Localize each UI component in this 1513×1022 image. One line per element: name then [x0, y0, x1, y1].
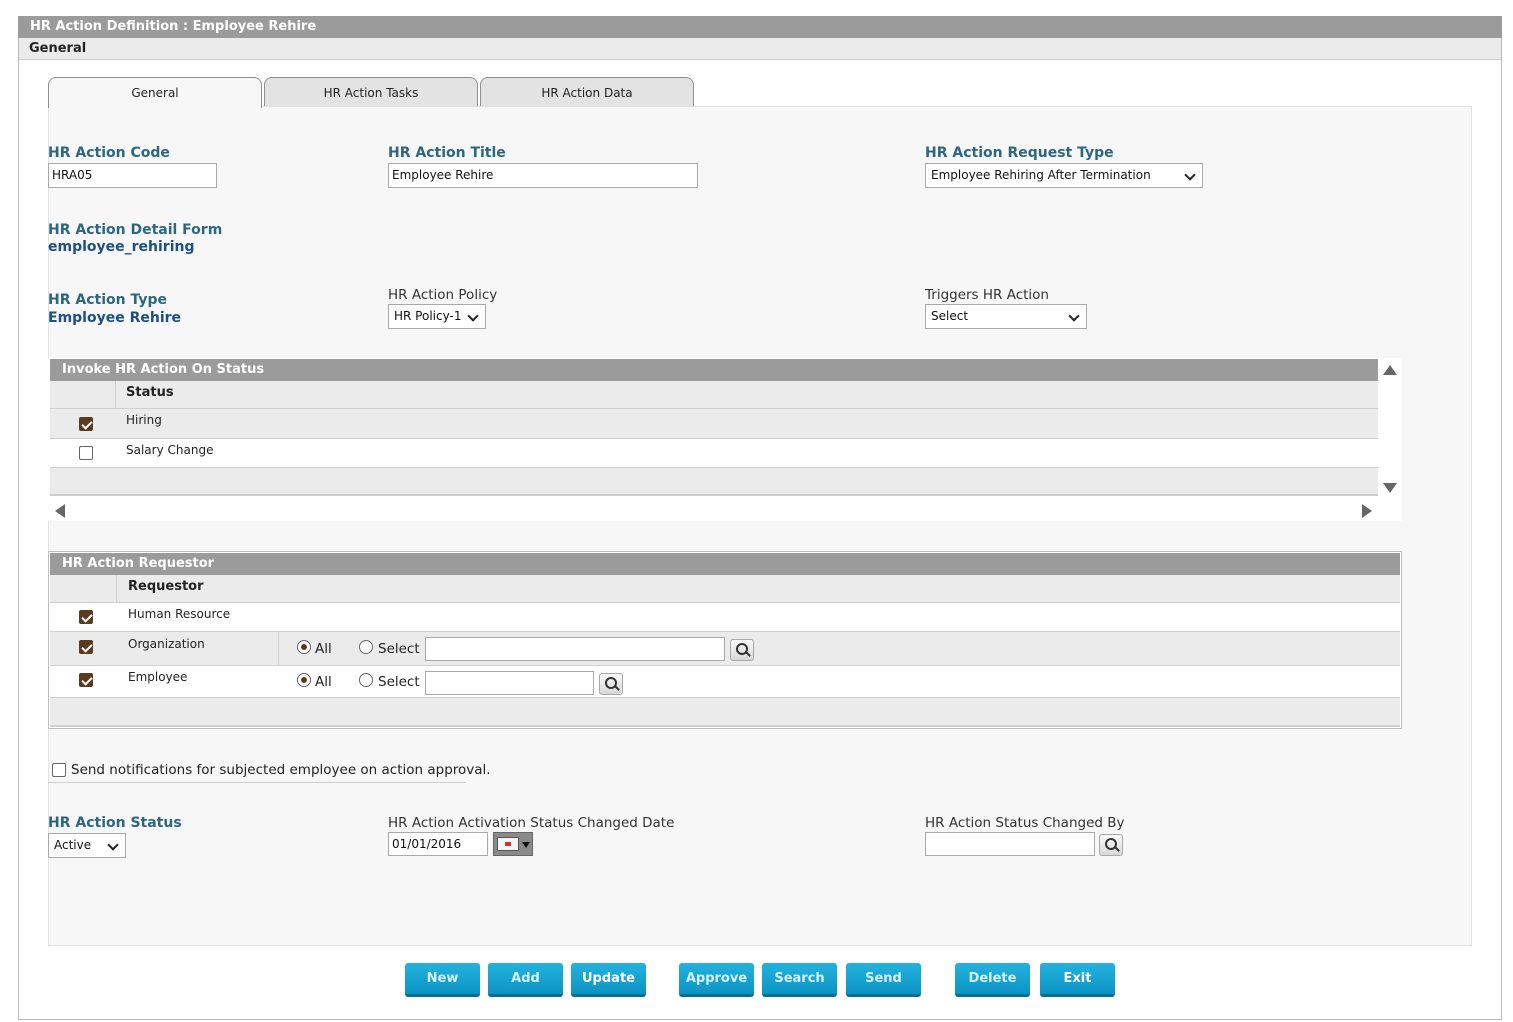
- dropdown-arrow-icon: [522, 842, 530, 848]
- status-grid-header: [50, 381, 1378, 409]
- employee-select-radio[interactable]: [359, 673, 373, 687]
- table-row: [50, 409, 1378, 439]
- notify-label: Send notifications for subjected employe…: [71, 762, 491, 778]
- status-label: HR Action Status: [48, 815, 182, 831]
- delete-button[interactable]: Delete: [955, 963, 1030, 997]
- status-column-header: Status: [126, 385, 174, 400]
- chevron-down-icon: [1184, 169, 1196, 181]
- requestor-grid-footer: [50, 698, 1400, 727]
- requestor-grid-title: HR Action Requestor: [50, 553, 1400, 575]
- status-grid-title: Invoke HR Action On Status: [50, 359, 1378, 381]
- detail-form-label: HR Action Detail Form: [48, 222, 223, 238]
- chevron-down-icon: [1068, 310, 1080, 322]
- request-type-value: Employee Rehiring After Termination: [931, 168, 1151, 182]
- type-value: Employee Rehire: [48, 310, 182, 326]
- employee-all-label: All: [315, 674, 332, 690]
- requestor-hr-checkbox[interactable]: [79, 610, 93, 624]
- status-hiring-checkbox[interactable]: [79, 417, 93, 431]
- employee-select-label: Select: [378, 674, 420, 690]
- detail-form-value: employee_rehiring: [48, 239, 195, 255]
- status-value: Active: [54, 838, 92, 852]
- table-row: [50, 632, 1400, 666]
- tab-hr-action-data[interactable]: HR Action Data: [480, 77, 694, 107]
- requestor-employee-label: Employee: [128, 670, 188, 684]
- add-button[interactable]: Add: [488, 963, 563, 997]
- organization-search-icon[interactable]: [730, 639, 754, 661]
- window-title: HR Action Definition : Employee Rehire: [18, 16, 1502, 38]
- calendar-day-marker: [505, 842, 511, 846]
- update-button[interactable]: Update: [571, 963, 646, 997]
- organization-input[interactable]: [425, 637, 725, 661]
- changed-by-search-icon[interactable]: [1099, 834, 1123, 856]
- tab-general[interactable]: General: [48, 77, 262, 108]
- status-salary-change-checkbox[interactable]: [79, 446, 93, 460]
- policy-value: HR Policy-1: [394, 309, 462, 323]
- organization-all-radio[interactable]: [297, 640, 311, 654]
- search-button[interactable]: Search: [762, 963, 837, 997]
- table-row: [50, 603, 1400, 632]
- status-select[interactable]: Active: [48, 833, 126, 858]
- organization-select-radio[interactable]: [359, 640, 373, 654]
- date-label: HR Action Activation Status Changed Date: [388, 815, 675, 831]
- code-label: HR Action Code: [48, 145, 170, 161]
- new-button[interactable]: New: [405, 963, 480, 997]
- approve-button[interactable]: Approve: [679, 963, 754, 997]
- title-label: HR Action Title: [388, 145, 506, 161]
- organization-select-label: Select: [378, 641, 420, 657]
- requestor-column-header: Requestor: [128, 579, 204, 594]
- employee-all-radio[interactable]: [297, 673, 311, 687]
- divider: [48, 782, 466, 783]
- triggers-value: Select: [931, 309, 969, 323]
- calendar-icon[interactable]: [493, 832, 533, 856]
- scroll-right-arrow[interactable]: [1362, 504, 1372, 518]
- requestor-employee-checkbox[interactable]: [79, 673, 93, 687]
- status-salary-change-label: Salary Change: [126, 443, 214, 457]
- scroll-left-arrow[interactable]: [55, 504, 65, 518]
- scroll-up-arrow[interactable]: [1383, 365, 1397, 375]
- employee-input[interactable]: [425, 671, 594, 695]
- requestor-hr-label: Human Resource: [128, 607, 231, 621]
- table-row: [50, 439, 1378, 468]
- changed-by-input[interactable]: [925, 832, 1095, 856]
- date-input[interactable]: 01/01/2016: [388, 832, 488, 856]
- changed-by-label: HR Action Status Changed By: [925, 815, 1125, 831]
- status-grid-footer: [50, 468, 1378, 496]
- exit-button[interactable]: Exit: [1040, 963, 1115, 997]
- section-title: General: [19, 38, 1501, 60]
- organization-all-label: All: [315, 641, 332, 657]
- type-label: HR Action Type: [48, 292, 167, 308]
- send-button[interactable]: Send: [846, 963, 921, 997]
- code-input[interactable]: HRA05: [48, 163, 217, 188]
- chevron-down-icon: [107, 839, 119, 851]
- general-panel: [48, 106, 1472, 946]
- requestor-grid-header: [50, 575, 1400, 603]
- request-type-label: HR Action Request Type: [925, 145, 1114, 161]
- employee-search-icon[interactable]: [599, 673, 623, 695]
- triggers-select[interactable]: Select: [925, 304, 1087, 329]
- table-row: [50, 666, 1400, 698]
- policy-select[interactable]: HR Policy-1: [388, 304, 486, 329]
- requestor-organization-label: Organization: [128, 637, 205, 651]
- requestor-organization-checkbox[interactable]: [79, 640, 93, 654]
- policy-label: HR Action Policy: [388, 287, 498, 303]
- notify-checkbox[interactable]: [52, 763, 66, 777]
- calendar-grid-icon: [497, 837, 519, 851]
- status-hiring-label: Hiring: [126, 413, 162, 427]
- request-type-select[interactable]: Employee Rehiring After Termination: [925, 163, 1203, 188]
- tab-hr-action-tasks[interactable]: HR Action Tasks: [264, 77, 478, 107]
- title-input[interactable]: Employee Rehire: [388, 163, 698, 188]
- triggers-label: Triggers HR Action: [925, 287, 1049, 303]
- scroll-down-arrow[interactable]: [1383, 483, 1397, 493]
- chevron-down-icon: [467, 310, 479, 322]
